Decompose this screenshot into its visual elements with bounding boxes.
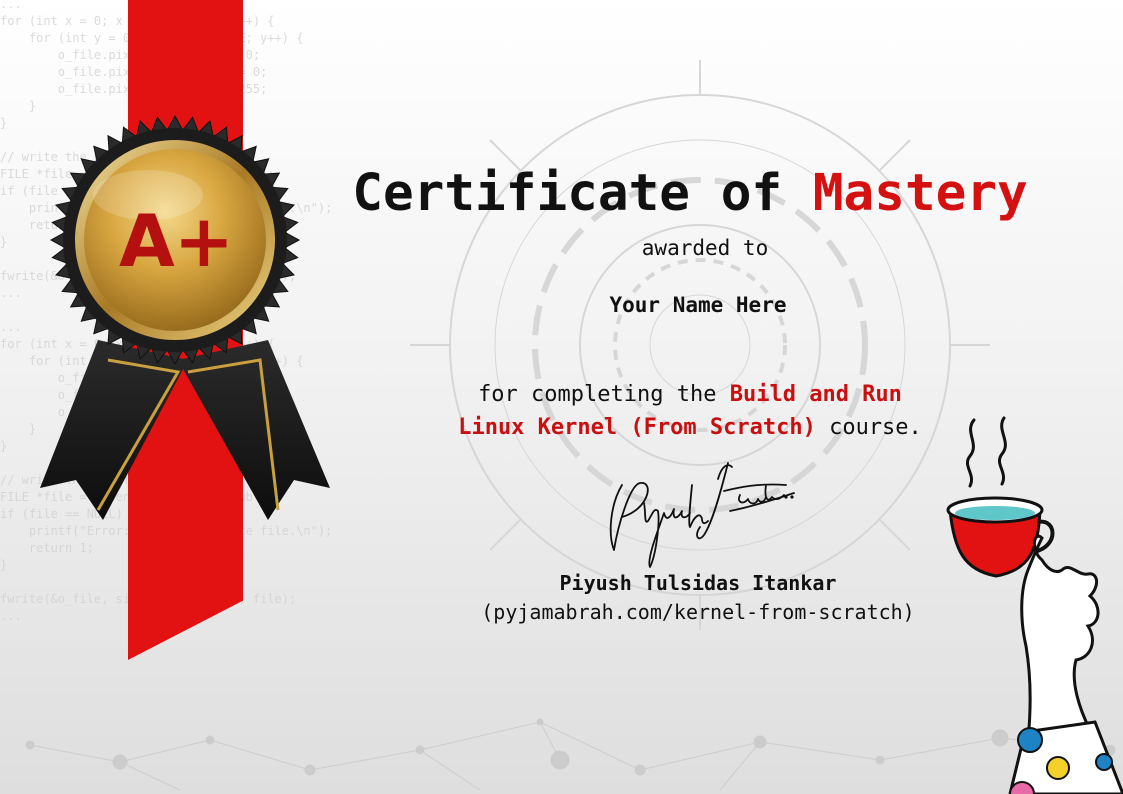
certificate-title: Certificate of Mastery [300, 162, 1080, 226]
rosette-medal-icon [40, 114, 330, 520]
title-accent: Mastery [812, 164, 1028, 223]
handwritten-signature-icon [609, 462, 795, 568]
recipient-name: Your Name Here [609, 293, 787, 317]
signer-name: Piyush Tulsidas Itankar [559, 571, 837, 595]
completion-line-2: Linux Kernel (From Scratch) course. [400, 411, 980, 444]
completion-statement: for completing the Build and Run Linux K… [400, 378, 980, 444]
completion-suffix: course. [829, 415, 922, 440]
certificate-page: ... for (int x = 0; x < IMAGE_SIZE; x++)… [0, 0, 1123, 794]
grade-badge-text: A+ [118, 199, 234, 283]
completion-line-1: for completing the Build and Run [400, 378, 980, 411]
title-main: Certificate of [352, 164, 783, 223]
course-website: (pyjamabrah.com/kernel-from-scratch) [481, 600, 915, 624]
awarded-to-label: awarded to [641, 236, 769, 260]
completion-prefix: for completing the [478, 382, 717, 407]
coffee-mug-hand-icon [946, 416, 1123, 794]
course-name-line-1: Build and Run [729, 382, 902, 407]
course-name-line-2: Linux Kernel (From Scratch) [458, 415, 816, 440]
